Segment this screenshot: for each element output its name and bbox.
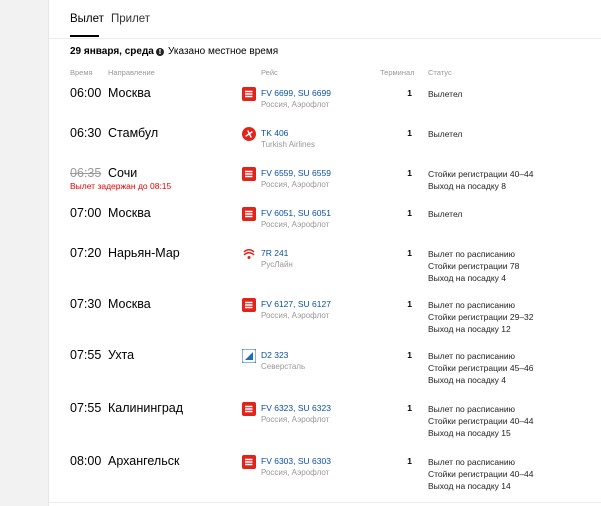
status-line: Выход на посадку 14 — [428, 481, 511, 491]
severstal-logo-icon — [241, 348, 257, 364]
airline-name: Россия, Аэрофлот — [261, 100, 330, 109]
status-line: Стойки регистрации 40–44 — [428, 469, 534, 479]
departure-time: 06:35 — [70, 166, 102, 180]
column-header-destination: Направление — [108, 68, 155, 77]
date-label: 29 января, среда — [70, 46, 154, 57]
column-header-time: Время — [70, 68, 93, 77]
timezone-note-text: Указано местное время — [168, 46, 279, 57]
destination: Москва — [108, 86, 151, 100]
flight-number-link[interactable]: TK 406 — [261, 128, 288, 138]
departure-time: 07:30 — [70, 297, 102, 311]
flight-status: Вылетел — [428, 88, 462, 100]
flight-status: Вылет по расписанию Стойки регистрации 40… — [428, 456, 534, 492]
flight-number-link[interactable]: 7R 241 — [261, 248, 288, 258]
status-line: Вылет по расписанию — [428, 300, 515, 310]
terminal: 1 — [407, 350, 412, 360]
status-line: Стойки регистрации 40–44 — [428, 416, 534, 426]
departure-time: 07:55 — [70, 348, 102, 362]
divider — [49, 502, 601, 503]
airline-name: РусЛайн — [261, 260, 293, 269]
flight-number-link[interactable]: FV 6699, SU 6699 — [261, 88, 331, 98]
column-header-status: Статус — [428, 68, 452, 77]
aeroflot-logo-icon — [242, 167, 256, 181]
column-header-flight: Рейс — [261, 68, 278, 77]
airline-name: Turkish Airlines — [261, 140, 315, 149]
airline-name: Северсталь — [261, 362, 306, 371]
status-line: Выход на посадку 15 — [428, 428, 511, 438]
status-line: Вылетел — [428, 89, 463, 99]
status-line: Выход на посадку 4 — [428, 273, 506, 283]
flight-number-link[interactable]: FV 6323, SU 6323 — [261, 403, 331, 413]
status-line: Выход на посадку 8 — [428, 181, 506, 191]
flight-status: Стойки регистрации 40–44 Выход на посадку… — [428, 168, 534, 192]
status-line: Вылет по расписанию — [428, 404, 515, 414]
flight-number-link[interactable]: FV 6127, SU 6127 — [261, 299, 331, 309]
status-line: Вылет по расписанию — [428, 457, 515, 467]
terminal: 1 — [407, 128, 412, 138]
destination: Нарьян-Мар — [108, 246, 180, 260]
status-line: Стойки регистрации 78 — [428, 261, 520, 271]
destination: Калининград — [108, 401, 184, 415]
aeroflot-logo-icon — [242, 402, 256, 416]
departures-panel: Вылет Прилет 29 января, среда ! Указано … — [48, 0, 601, 506]
departure-time: 06:00 — [70, 86, 102, 100]
airline-name: Россия, Аэрофлот — [261, 180, 330, 189]
status-line: Вылет по расписанию — [428, 249, 515, 259]
active-tab-indicator — [70, 35, 99, 37]
status-line: Выход на посадку 12 — [428, 324, 511, 334]
flight-number-link[interactable]: FV 6303, SU 6303 — [261, 456, 331, 466]
delay-notice: Вылет задержан до 08:15 — [70, 181, 172, 191]
destination: Стамбул — [108, 126, 159, 140]
terminal: 1 — [407, 456, 412, 466]
timezone-note: ! Указано местное время — [156, 46, 278, 57]
tab-departures[interactable]: Вылет — [70, 13, 104, 25]
column-header-terminal: Терминал — [380, 68, 415, 77]
flight-number-link[interactable]: FV 6559, SU 6559 — [261, 168, 331, 178]
flight-status: Вылет по расписанию Стойки регистрации 45… — [428, 350, 534, 386]
info-icon: ! — [156, 47, 164, 56]
destination: Сочи — [108, 166, 138, 180]
status-line: Вылетел — [428, 209, 463, 219]
aeroflot-logo-icon — [242, 298, 256, 312]
departure-time: 07:20 — [70, 246, 102, 260]
status-line: Стойки регистрации 29–32 — [428, 312, 534, 322]
departure-time: 08:00 — [70, 454, 102, 468]
flight-number-link[interactable]: D2 323 — [261, 350, 288, 360]
turkish-logo-icon — [242, 127, 256, 141]
aeroflot-logo-icon — [242, 87, 256, 101]
airline-name: Россия, Аэрофлот — [261, 311, 330, 320]
status-line: Стойки регистрации 40–44 — [428, 169, 534, 179]
terminal: 1 — [407, 88, 412, 98]
flight-status: Вылет по расписанию Стойки регистрации 78… — [428, 248, 519, 284]
status-line: Вылет по расписанию — [428, 351, 515, 361]
divider — [49, 38, 601, 39]
terminal: 1 — [407, 248, 412, 258]
aeroflot-logo-icon — [242, 207, 256, 221]
aeroflot-logo-icon — [242, 455, 256, 469]
departure-time: 07:55 — [70, 401, 102, 415]
status-line: Выход на посадку 4 — [428, 375, 506, 385]
destination: Москва — [108, 206, 151, 220]
flight-status: Вылетел — [428, 128, 462, 140]
terminal: 1 — [407, 168, 412, 178]
flight-status: Вылет по расписанию Стойки регистрации 29… — [428, 299, 534, 335]
terminal: 1 — [407, 403, 412, 413]
flight-status: Вылет по расписанию Стойки регистрации 40… — [428, 403, 534, 439]
destination: Москва — [108, 297, 151, 311]
status-line: Стойки регистрации 45–46 — [428, 363, 534, 373]
destination: Архангельск — [108, 454, 180, 468]
terminal: 1 — [407, 299, 412, 309]
flight-status: Вылетел — [428, 208, 462, 220]
status-line: Вылетел — [428, 129, 463, 139]
airline-name: Россия, Аэрофлот — [261, 220, 330, 229]
rusline-logo-icon — [242, 247, 256, 261]
tab-arrivals[interactable]: Прилет — [111, 13, 150, 25]
destination: Ухта — [108, 348, 135, 362]
terminal: 1 — [407, 208, 412, 218]
airline-name: Россия, Аэрофлот — [261, 468, 330, 477]
departure-time: 07:00 — [70, 206, 102, 220]
departure-time: 06:30 — [70, 126, 102, 140]
flight-number-link[interactable]: FV 6051, SU 6051 — [261, 208, 331, 218]
airline-name: Россия, Аэрофлот — [261, 415, 330, 424]
